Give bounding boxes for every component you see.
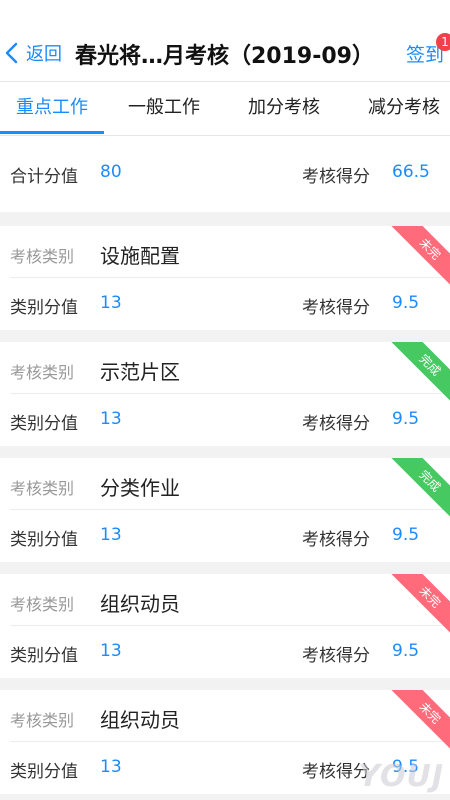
tab-bonus-assessment[interactable]: 加分考核 <box>224 82 344 135</box>
category-card[interactable]: 考核类别 分类作业 类别分值 13 考核得分 9.5 完成 <box>0 458 450 562</box>
category-score-label: 考核得分 <box>302 530 370 550</box>
category-score-label: 考核得分 <box>302 646 370 666</box>
category-type-value: 设施配置 <box>100 244 180 268</box>
category-type-label: 考核类别 <box>10 363 75 382</box>
category-card[interactable]: 考核类别 组织动员 类别分值 13 考核得分 9.5 未完 <box>0 574 450 678</box>
category-value-label: 类别分值 <box>10 762 78 782</box>
tab-general-work[interactable]: 一般工作 <box>104 82 224 135</box>
back-label: 返回 <box>26 44 62 65</box>
category-type-value: 分类作业 <box>100 476 180 500</box>
category-score: 9.5 <box>392 409 420 429</box>
assessment-score-label: 考核得分 <box>302 167 370 187</box>
divider <box>10 741 450 742</box>
category-score-label: 考核得分 <box>302 298 370 318</box>
status-ribbon: 完成 <box>386 342 450 409</box>
divider <box>10 393 450 394</box>
total-score-value: 80 <box>100 162 122 182</box>
back-button[interactable]: 返回 <box>4 40 62 66</box>
tab-bar: 重点工作 一般工作 加分考核 减分考核 <box>0 82 450 136</box>
assessment-score-value: 66.5 <box>392 162 430 182</box>
category-type-label: 考核类别 <box>10 247 75 266</box>
category-value: 13 <box>100 293 122 313</box>
category-value: 13 <box>100 641 122 661</box>
page-title: 春光将…月考核（2019-09） <box>75 44 374 69</box>
category-type-label: 考核类别 <box>10 479 75 498</box>
category-type-label: 考核类别 <box>10 595 75 614</box>
category-score: 9.5 <box>392 293 420 313</box>
category-value: 13 <box>100 525 122 545</box>
category-value-label: 类别分值 <box>10 646 78 666</box>
status-ribbon: 未完 <box>386 690 450 757</box>
category-type-value: 组织动员 <box>100 592 180 616</box>
divider <box>10 277 450 278</box>
divider <box>10 625 450 626</box>
tab-deduction-assessment[interactable]: 减分考核 <box>344 82 450 135</box>
navigation-bar: 返回 春光将…月考核（2019-09） 签到 1 <box>0 0 450 82</box>
status-ribbon: 未完 <box>386 574 450 641</box>
category-value-label: 类别分值 <box>10 530 78 550</box>
category-type-value: 组织动员 <box>100 708 180 732</box>
category-value: 13 <box>100 757 122 777</box>
category-score-label: 考核得分 <box>302 414 370 434</box>
category-value: 13 <box>100 409 122 429</box>
notification-badge: 1 <box>436 33 450 51</box>
chevron-left-icon <box>5 42 18 64</box>
category-value-label: 类别分值 <box>10 414 78 434</box>
category-score: 9.5 <box>392 641 420 661</box>
watermark-logo: YOUJ <box>358 759 444 794</box>
category-card[interactable]: 考核类别 设施配置 类别分值 13 考核得分 9.5 未完 <box>0 226 450 330</box>
summary-panel: 合计分值 80 考核得分 66.5 <box>0 136 450 212</box>
category-score: 9.5 <box>392 525 420 545</box>
status-ribbon: 未完 <box>386 226 450 293</box>
total-score-label: 合计分值 <box>10 167 78 187</box>
summary-row: 合计分值 80 考核得分 66.5 <box>0 148 450 200</box>
category-card[interactable]: 考核类别 示范片区 类别分值 13 考核得分 9.5 完成 <box>0 342 450 446</box>
category-type-label: 考核类别 <box>10 711 75 730</box>
category-value-label: 类别分值 <box>10 298 78 318</box>
category-type-value: 示范片区 <box>100 360 180 384</box>
tab-key-work[interactable]: 重点工作 <box>0 82 104 135</box>
divider <box>10 509 450 510</box>
status-ribbon: 完成 <box>386 458 450 525</box>
